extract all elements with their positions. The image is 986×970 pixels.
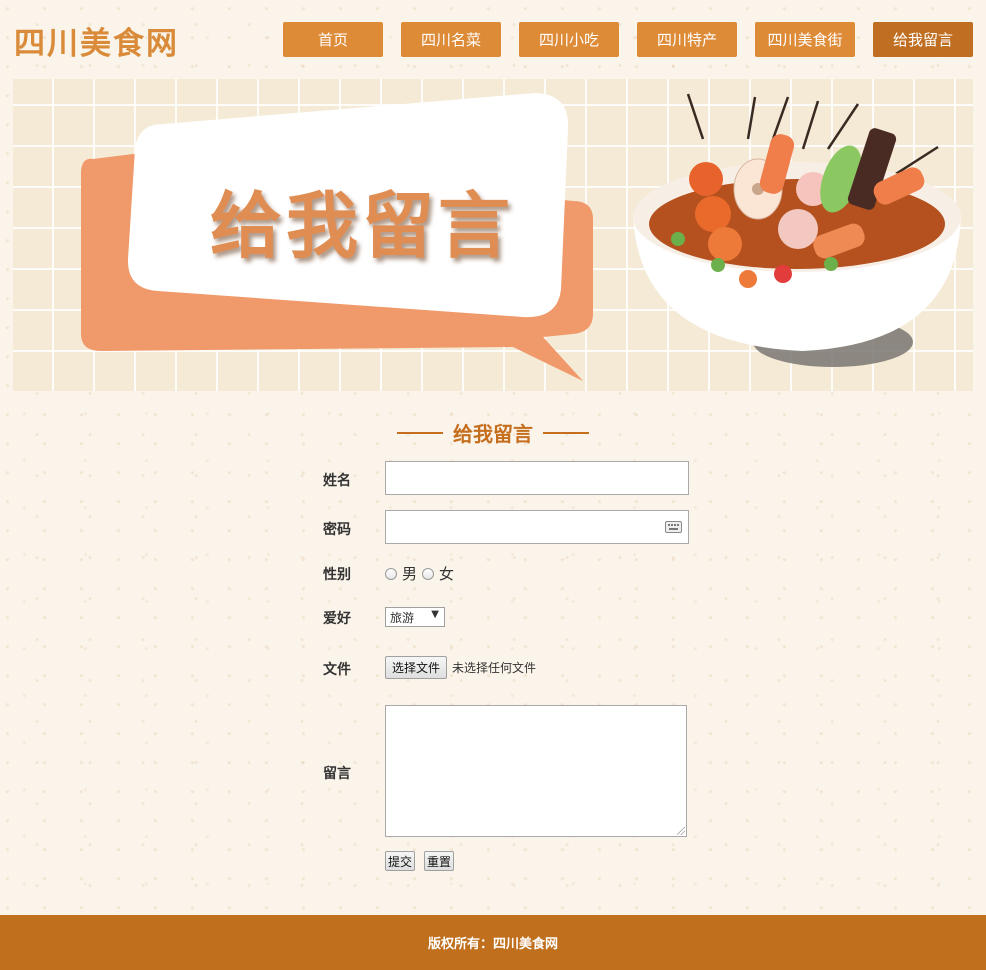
hobby-label: 爱好 (323, 611, 351, 627)
main-nav: 首页 四川名菜 四川小吃 四川特产 四川美食街 给我留言 (283, 22, 973, 57)
dropdown-arrow-icon: ▼ (431, 609, 439, 620)
nav-item-specialties[interactable]: 四川特产 (637, 22, 737, 57)
file-upload: 选择文件 未选择任何文件 (385, 656, 536, 679)
gender-options: 男 女 (385, 563, 459, 584)
file-label: 文件 (323, 662, 351, 678)
file-status-text: 未选择任何文件 (452, 661, 537, 675)
submit-button[interactable]: 提交 (385, 851, 416, 871)
name-input[interactable] (385, 461, 689, 495)
reset-button[interactable]: 重置 (424, 851, 455, 871)
password-input[interactable] (385, 510, 689, 544)
gender-male-radio[interactable] (385, 567, 397, 580)
message-textarea[interactable] (385, 705, 687, 837)
heading-line-left (397, 431, 443, 434)
form-actions: 提交 重置 (385, 851, 455, 871)
footer: 版权所有：四川美食网 (0, 915, 986, 970)
nav-item-famous-dishes[interactable]: 四川名菜 (401, 22, 501, 57)
message-label: 留言 (323, 766, 351, 782)
banner: 给我留言 (13, 79, 973, 391)
section-heading: 给我留言 (0, 418, 986, 447)
section-title: 给我留言 (453, 422, 533, 446)
gender-male-label[interactable]: 男 (402, 563, 417, 584)
gender-label: 性别 (323, 567, 351, 583)
hobby-select[interactable]: 旅游 ▼ (385, 607, 445, 627)
gender-female-label[interactable]: 女 (439, 563, 454, 584)
name-label: 姓名 (323, 473, 351, 489)
password-label: 密码 (323, 522, 351, 538)
keyboard-icon[interactable] (665, 521, 682, 533)
nav-item-food-street[interactable]: 四川美食街 (755, 22, 855, 57)
nav-item-home[interactable]: 首页 (283, 22, 383, 57)
nav-item-message[interactable]: 给我留言 (873, 22, 973, 57)
choose-file-button[interactable]: 选择文件 (385, 656, 448, 679)
nav-item-snacks[interactable]: 四川小吃 (519, 22, 619, 57)
gender-female-radio[interactable] (422, 567, 435, 580)
copyright-text: 版权所有：四川美食网 (427, 937, 558, 952)
header: 四川美食网 首页 四川名菜 四川小吃 四川特产 四川美食街 给我留言 (0, 0, 986, 70)
site-logo[interactable]: 四川美食网 (14, 18, 179, 63)
hobby-selected-value: 旅游 (390, 610, 415, 625)
resize-grip-icon[interactable] (677, 827, 685, 835)
banner-title: 给我留言 (210, 184, 515, 268)
heading-line-right (543, 431, 589, 434)
